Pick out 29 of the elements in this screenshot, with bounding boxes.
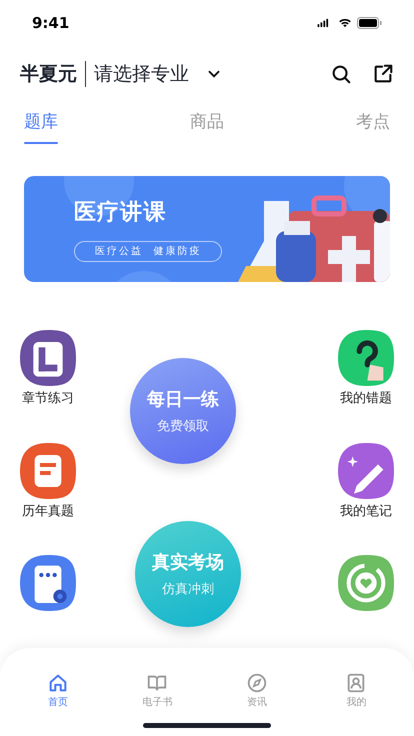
nav-tab[interactable]: 首页 [28, 672, 88, 710]
shortcut-label[interactable]: 历年真题 [22, 502, 74, 521]
share-icon[interactable] [372, 63, 394, 85]
tab[interactable]: 考点 [356, 110, 390, 144]
document-icon[interactable] [20, 442, 76, 498]
nav-tab[interactable]: 电子书 [127, 672, 188, 710]
compass-icon [246, 672, 268, 694]
pencil-icon[interactable] [338, 442, 394, 498]
shortcut-label[interactable]: 我的笔记 [340, 502, 392, 521]
nav-tab[interactable]: 资讯 [226, 672, 287, 710]
person-icon [345, 672, 368, 694]
shortcut-label[interactable]: 章节练习 [22, 389, 74, 408]
featured-button[interactable]: 每日一练 免费领取 [130, 358, 236, 464]
battery-icon [357, 17, 382, 29]
brand-name: 半夏元 [20, 62, 77, 87]
status-time: 9:41 [32, 12, 70, 34]
tab[interactable]: 商品 [190, 110, 224, 144]
question-mark-icon[interactable] [338, 330, 394, 386]
shortcut-label[interactable]: 我的错题 [340, 389, 392, 408]
banner-title: 医疗讲课 [74, 199, 166, 227]
banner[interactable]: 医疗讲课 医疗公益 健康防疫 [24, 176, 390, 282]
wifi-icon [337, 16, 353, 30]
home-icon [46, 672, 69, 694]
search-icon[interactable] [330, 63, 352, 85]
tab[interactable]: 题库 [24, 110, 58, 144]
featured-button[interactable]: 真实考场 仿真冲刺 [135, 521, 241, 627]
banner-subtitle: 医疗公益 健康防疫 [74, 241, 222, 262]
nav-tab[interactable]: 我的 [326, 672, 386, 710]
major-picker[interactable]: 请选择专业 [94, 60, 223, 88]
